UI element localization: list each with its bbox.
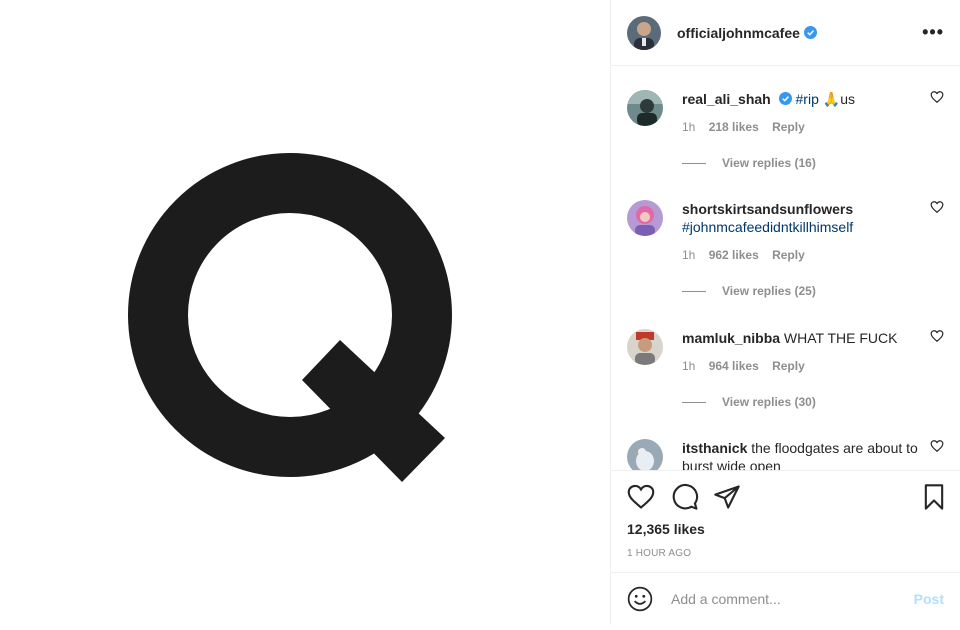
emoji-smile-icon[interactable] <box>627 586 653 612</box>
comment-likes[interactable]: 962 likes <box>709 248 759 262</box>
view-replies-button[interactable]: View replies (16) <box>682 156 944 170</box>
comment-avatar[interactable] <box>627 329 663 365</box>
post-actions: 12,365 likes 1 HOUR AGO <box>611 470 960 574</box>
verified-badge-icon <box>778 92 792 105</box>
comment-item: itsthanick the floodgates are about to b… <box>627 439 944 470</box>
comment-hashtag[interactable]: #johnmcafeedidntkillhimself <box>682 219 853 235</box>
comment-likes[interactable]: 218 likes <box>709 120 759 134</box>
heart-icon[interactable] <box>627 483 655 511</box>
comment-message: us <box>840 91 855 107</box>
comment-hashtag[interactable]: #rip <box>796 91 819 107</box>
post-image[interactable] <box>0 0 610 625</box>
view-replies-label: View replies (16) <box>722 156 816 170</box>
comment-username[interactable]: shortskirtsandsunflowers <box>682 201 853 217</box>
comment-message: WHAT THE FUCK <box>783 330 898 346</box>
replies-divider <box>682 290 706 292</box>
more-options-icon[interactable]: ••• <box>922 22 944 43</box>
comment-text: mamluk_nibba WHAT THE FUCK <box>682 329 944 347</box>
post-likes-count[interactable]: 12,365 likes <box>627 521 705 537</box>
post-comment-button[interactable]: Post <box>914 591 944 607</box>
instagram-post-view: officialjohnmcafee ••• real_ali_shah #ri… <box>0 0 960 625</box>
comment-username[interactable]: itsthanick <box>682 440 747 456</box>
replies-divider <box>682 401 706 403</box>
comment-icon[interactable] <box>671 483 699 511</box>
q-logo-image <box>128 153 452 482</box>
post-side-panel: officialjohnmcafee ••• real_ali_shah #ri… <box>610 0 960 625</box>
reply-button[interactable]: Reply <box>772 248 805 262</box>
reply-button[interactable]: Reply <box>772 120 805 134</box>
comment-like-heart-icon[interactable] <box>930 90 944 104</box>
comment-time[interactable]: 1h <box>682 248 695 262</box>
comment-item: real_ali_shah #rip 🙏us 1h 218 likes Repl… <box>627 90 944 170</box>
share-icon[interactable] <box>713 483 741 511</box>
add-comment-bar: Post <box>611 572 960 625</box>
comment-like-heart-icon[interactable] <box>930 200 944 214</box>
view-replies-label: View replies (30) <box>722 395 816 409</box>
author-username[interactable]: officialjohnmcafee <box>677 25 800 41</box>
comment-text: shortskirtsandsunflowers #johnmcafeedidn… <box>682 200 944 236</box>
view-replies-button[interactable]: View replies (30) <box>682 395 944 409</box>
replies-divider <box>682 162 706 164</box>
comment-item: mamluk_nibba WHAT THE FUCK 1h 964 likes … <box>627 329 944 409</box>
prayer-emoji: 🙏 <box>822 91 841 107</box>
comment-text: itsthanick the floodgates are about to b… <box>682 439 944 470</box>
reply-button[interactable]: Reply <box>772 359 805 373</box>
comment-like-heart-icon[interactable] <box>930 439 944 453</box>
view-replies-label: View replies (25) <box>722 284 816 298</box>
comment-likes[interactable]: 964 likes <box>709 359 759 373</box>
comment-avatar[interactable] <box>627 439 663 470</box>
author-avatar[interactable] <box>627 15 661 50</box>
view-replies-button[interactable]: View replies (25) <box>682 284 944 298</box>
comment-avatar[interactable] <box>627 200 663 236</box>
comment-time[interactable]: 1h <box>682 359 695 373</box>
add-comment-input[interactable] <box>669 590 914 608</box>
comment-item: shortskirtsandsunflowers #johnmcafeedidn… <box>627 200 944 298</box>
comment-text: real_ali_shah #rip 🙏us <box>682 90 944 108</box>
bookmark-icon[interactable] <box>920 483 948 511</box>
comment-time[interactable]: 1h <box>682 120 695 134</box>
comment-like-heart-icon[interactable] <box>930 329 944 343</box>
comment-username[interactable]: mamluk_nibba <box>682 330 780 346</box>
comment-meta: 1h 962 likes Reply <box>682 248 944 262</box>
comment-avatar[interactable] <box>627 90 663 126</box>
post-header: officialjohnmcafee ••• <box>611 0 960 66</box>
verified-badge-icon <box>803 26 817 39</box>
comment-meta: 1h 964 likes Reply <box>682 359 944 373</box>
comment-meta: 1h 218 likes Reply <box>682 120 944 134</box>
post-timestamp[interactable]: 1 HOUR AGO <box>627 548 691 559</box>
comments-list[interactable]: real_ali_shah #rip 🙏us 1h 218 likes Repl… <box>611 66 960 470</box>
comment-username[interactable]: real_ali_shah <box>682 91 771 107</box>
action-icons-row <box>627 483 948 511</box>
